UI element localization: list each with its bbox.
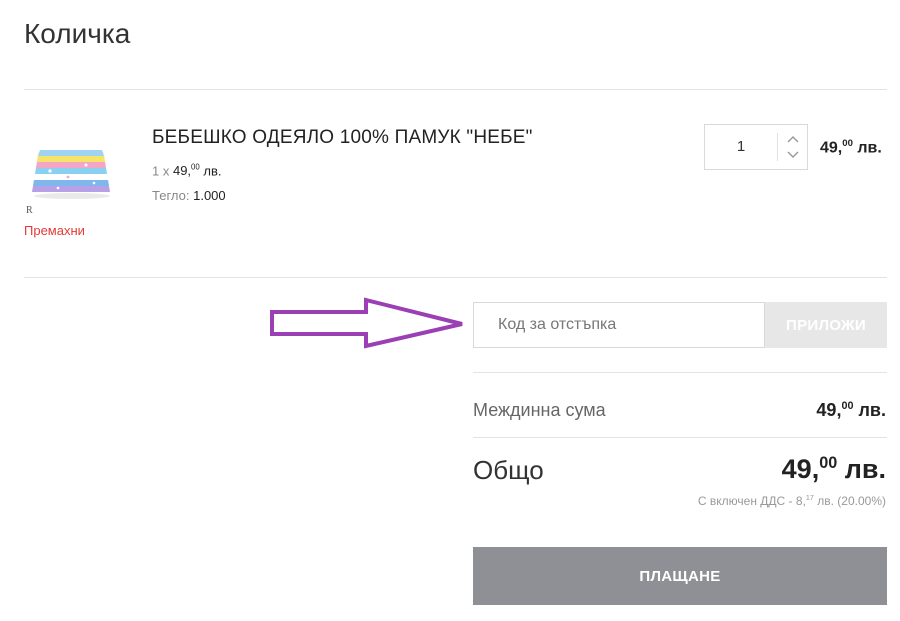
quantity-separator [777,133,778,161]
apply-coupon-button[interactable]: ПРИЛОЖИ [765,302,887,348]
line-total-price: 49,00 лв. [820,138,882,157]
unit-price-int: 49, [172,163,192,179]
top-divider [24,89,887,90]
discount-code-input[interactable] [473,302,765,348]
unit-price-line: 1 x 49,00 лв. [152,163,221,178]
line-price-dec: 00 [842,138,853,149]
unit-price-currency: лв. [203,163,222,179]
vat-prefix: С включен ДДС - [697,494,793,508]
vat-int: 8, [795,494,806,508]
line-price-int: 49, [820,139,843,157]
checkout-button[interactable]: ПЛАЩАНЕ [473,547,887,605]
page-title: Количка [24,18,131,49]
weight-value: 1.000 [193,188,226,203]
product-image[interactable] [28,140,116,210]
remove-item-link[interactable]: Премахни [24,223,85,238]
cart-page: Количка R Премахни БЕБЕШКО ОДЕЯЛО 100% П… [0,0,900,621]
quantity-input[interactable]: 1 [705,125,777,169]
subtotal-dec: 00 [841,400,854,412]
vat-suffix: лв. (20.00%) [817,494,886,508]
summary-top-divider [473,372,887,373]
vat-dec: 17 [805,493,814,502]
total-currency: лв. [844,454,886,484]
quantity-stepper[interactable]: 1 [704,124,808,170]
line-price-currency: лв. [857,139,882,157]
qty-prefix: 1 x [152,163,170,179]
product-name[interactable]: БЕБЕШКО ОДЕЯЛО 100% ПАМУК "НЕБЕ" [152,127,533,149]
weight-label: Тегло: [152,188,190,203]
chevron-down-icon[interactable] [783,148,803,162]
annotation-arrow-icon [270,297,463,349]
total-value: 49,00 лв. [782,454,886,485]
unit-price-dec: 00 [191,163,200,172]
total-dec: 00 [819,454,838,472]
weight-line: Тегло: 1.000 [152,188,226,203]
product-image-badge: R [26,205,33,216]
subtotal-label: Междинна сума [473,400,606,420]
total-int: 49, [781,454,820,484]
summary-mid-divider [473,437,887,438]
subtotal-currency: лв. [858,400,886,420]
items-divider [24,277,887,278]
vat-note: С включен ДДС - 8,17 лв. (20.00%) [698,493,886,508]
total-label: Общо [473,455,544,485]
chevron-up-icon[interactable] [783,133,803,147]
subtotal-value: 49,00 лв. [816,400,886,421]
subtotal-int: 49, [816,400,842,420]
